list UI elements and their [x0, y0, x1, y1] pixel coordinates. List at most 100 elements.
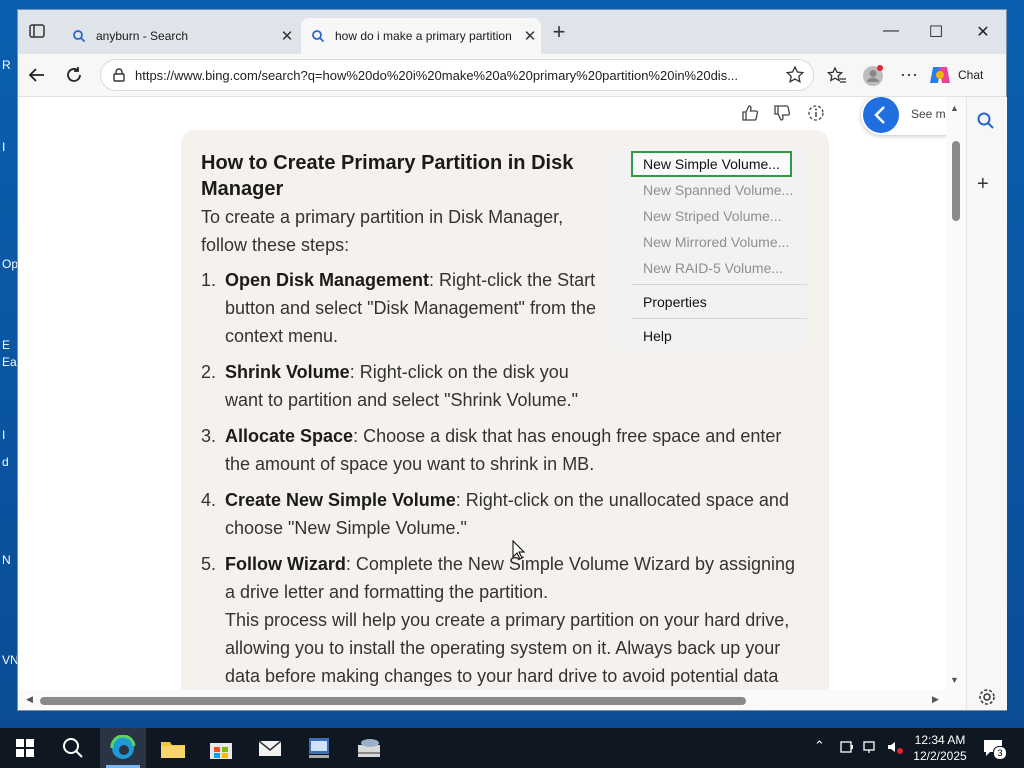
tab-anyburn-search[interactable]: anyburn - Search ✕	[62, 18, 298, 54]
tab-primary-partition[interactable]: how do i make a primary partition ✕	[301, 18, 541, 54]
step-number: 1.	[201, 270, 217, 290]
page-content: See m How to Create Primary Partition in…	[18, 97, 946, 690]
windows-start-icon[interactable]	[10, 734, 40, 762]
maximize-button[interactable]: ☐	[921, 22, 951, 42]
clock-time: 12:34 AM	[914, 733, 966, 747]
step-number: 3.	[201, 426, 217, 446]
step-number: 2.	[201, 362, 217, 382]
title-bar: anyburn - Search ✕ how do i make a prima…	[18, 10, 1006, 54]
menu-item-new-simple-volume: New Simple Volume...	[631, 151, 792, 177]
notification-center-button[interactable]: 3	[982, 737, 1007, 760]
answer-heading: How to Create Primary Partition in Disk …	[201, 152, 574, 200]
menu-item-new-spanned-volume: New Spanned Volume...	[643, 182, 794, 198]
volume-muted-icon[interactable]	[886, 738, 904, 756]
minimize-button[interactable]: —	[876, 22, 906, 42]
search-icon[interactable]	[976, 111, 996, 131]
notification-count: 3	[993, 746, 1007, 760]
favorite-star-icon[interactable]	[785, 65, 805, 85]
scrollbar-thumb[interactable]	[40, 697, 746, 705]
search-icon	[73, 30, 86, 43]
refresh-icon[interactable]	[63, 64, 85, 86]
scroll-down-icon[interactable]: ▼	[950, 675, 959, 685]
search-icon[interactable]	[58, 734, 88, 762]
scroll-left-icon[interactable]: ◀	[26, 694, 33, 705]
taskbar: ⌃ 12:34 AM 12/2/2025 3	[0, 728, 1024, 768]
desktop-icon-label[interactable]: d	[2, 455, 9, 469]
app-window-icon[interactable]	[304, 734, 334, 762]
scroll-right-icon[interactable]: ▶	[932, 694, 939, 705]
see-more-button[interactable]: See m	[861, 97, 946, 135]
copilot-icon	[930, 67, 950, 83]
toolbar: https://www.bing.com/search?q=how%20do%2…	[18, 54, 1006, 97]
answer-intro: To create a primary partition in Disk Ma…	[201, 207, 564, 255]
new-tab-button[interactable]: +	[548, 21, 570, 44]
more-options-icon[interactable]: ···	[898, 65, 920, 87]
menu-item-new-striped-volume: New Striped Volume...	[643, 208, 782, 224]
scrollbar-thumb[interactable]	[952, 141, 960, 221]
tab-title: how do i make a primary partition	[335, 29, 512, 43]
clock-date: 12/2/2025	[913, 749, 967, 763]
edge-browser-icon	[110, 735, 136, 759]
desktop-icon-label[interactable]: I	[2, 140, 5, 154]
horizontal-scrollbar[interactable]: ◀ ▶	[18, 690, 966, 710]
desktop-icon-label[interactable]: VN	[2, 653, 19, 667]
lock-icon[interactable]	[111, 67, 127, 83]
step-title: Follow Wizard	[225, 554, 346, 574]
file-explorer-icon[interactable]	[158, 734, 188, 762]
close-icon[interactable]: ✕	[276, 27, 298, 45]
answer-outro: This process will help you create a prim…	[225, 610, 790, 686]
copilot-chat-button[interactable]: Chat	[928, 60, 998, 90]
step-item: 2. Shrink Volume: Right-click on the disk…	[201, 358, 585, 414]
share-icon[interactable]	[806, 103, 826, 123]
step-title: Shrink Volume	[225, 362, 350, 382]
desktop-icon-label[interactable]: Op	[2, 257, 18, 271]
taskbar-edge-active[interactable]	[100, 728, 146, 768]
system-clock[interactable]: 12:34 AM 12/2/2025	[912, 732, 968, 764]
store-icon[interactable]	[206, 734, 236, 762]
desktop-icon-label[interactable]: Ea	[2, 355, 17, 369]
chat-label: Chat	[958, 68, 984, 82]
profile-avatar-icon[interactable]	[862, 65, 884, 87]
desktop-icon-label[interactable]: R	[2, 58, 11, 72]
url-text: https://www.bing.com/search?q=how%20do%2…	[135, 67, 739, 83]
see-more-label: See m	[911, 107, 946, 121]
step-title: Open Disk Management	[225, 270, 430, 290]
disk-burner-icon[interactable]	[354, 734, 384, 762]
network-icon[interactable]	[862, 738, 880, 756]
step-item: 1. Open Disk Management: Right-click the …	[201, 266, 605, 350]
scroll-up-icon[interactable]: ▲	[950, 103, 959, 113]
answer-card: How to Create Primary Partition in Disk …	[181, 130, 829, 690]
thumbs-down-icon[interactable]	[772, 103, 792, 123]
battery-icon[interactable]	[838, 738, 856, 756]
browser-window: anyburn - Search ✕ how do i make a prima…	[18, 10, 1007, 710]
desktop-icon-label[interactable]: E	[2, 338, 10, 352]
step-item: 4. Create New Simple Volume: Right-click …	[201, 486, 809, 542]
thumbs-up-icon[interactable]	[740, 103, 760, 123]
tab-actions-icon[interactable]	[28, 22, 46, 40]
address-bar[interactable]: https://www.bing.com/search?q=how%20do%2…	[100, 59, 814, 91]
steps-list: 1. Open Disk Management: Right-click the …	[201, 266, 809, 690]
add-icon[interactable]: +	[977, 173, 989, 196]
tab-title: anyburn - Search	[96, 29, 189, 43]
back-icon[interactable]	[26, 64, 48, 86]
step-title: Allocate Space	[225, 426, 354, 446]
mail-icon[interactable]	[255, 734, 285, 762]
desktop-icon-label[interactable]: I	[2, 428, 5, 442]
step-item: 3. Allocate Space: Choose a disk that has…	[201, 422, 809, 478]
edge-sidebar: +	[966, 97, 1007, 710]
step-number: 5.	[201, 554, 217, 574]
chevron-left-icon	[863, 97, 899, 133]
close-icon[interactable]: ✕	[519, 27, 541, 45]
step-number: 4.	[201, 490, 217, 510]
menu-item-new-mirrored-volume: New Mirrored Volume...	[643, 234, 790, 250]
step-item: 5. Follow Wizard: Complete the New Simple…	[201, 550, 809, 690]
vertical-scrollbar[interactable]: ▲ ▼	[946, 97, 966, 690]
mouse-cursor-icon	[512, 540, 526, 560]
show-hidden-icons[interactable]: ⌃	[814, 738, 832, 756]
desktop-icon-label[interactable]: N	[2, 553, 11, 567]
gear-icon[interactable]	[977, 687, 997, 707]
close-window-button[interactable]: ✕	[968, 22, 998, 42]
step-title: Create New Simple Volume	[225, 490, 456, 510]
search-icon	[312, 30, 325, 43]
favorites-icon[interactable]	[826, 65, 848, 87]
